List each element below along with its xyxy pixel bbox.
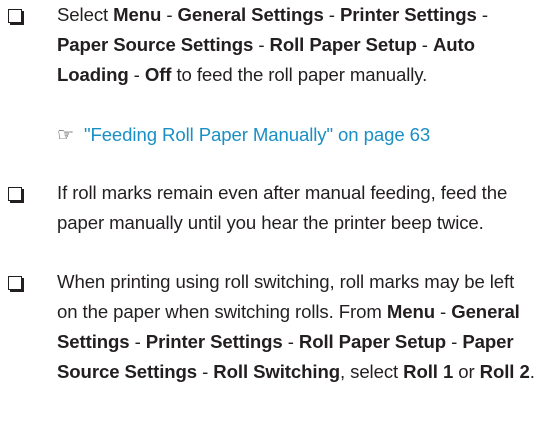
menu-path-term: Off bbox=[144, 64, 172, 85]
bullet-text: When printing using roll switching, roll… bbox=[57, 267, 537, 387]
manual-page: Select Menu - General Settings - Printer… bbox=[0, 0, 539, 443]
menu-path-term: Roll 2 bbox=[479, 361, 530, 382]
body-text: Select bbox=[57, 4, 114, 25]
body-text: - bbox=[197, 361, 214, 382]
body-text: - bbox=[476, 4, 488, 25]
cross-reference-text[interactable]: "Feeding Roll Paper Manually" on page 63 bbox=[84, 124, 430, 145]
cross-reference-link[interactable]: ☞ "Feeding Roll Paper Manually" on page 6… bbox=[57, 124, 430, 146]
bullet-text: If roll marks remain even after manual f… bbox=[57, 178, 537, 238]
body-text: - bbox=[446, 331, 463, 352]
body-text: - bbox=[253, 34, 270, 55]
body-text: - bbox=[434, 301, 452, 322]
body-text: - bbox=[323, 4, 340, 25]
menu-path-term: Paper Source Settings bbox=[57, 34, 254, 55]
bullet-text: Select Menu - General Settings - Printer… bbox=[57, 0, 537, 90]
body-text: - bbox=[129, 331, 146, 352]
menu-path-term: Menu bbox=[113, 4, 162, 25]
body-text: - bbox=[282, 331, 299, 352]
body-text: . bbox=[529, 361, 535, 382]
body-text: - bbox=[128, 64, 145, 85]
menu-path-term: Printer Settings bbox=[145, 331, 283, 352]
body-text: or bbox=[453, 361, 480, 382]
body-text: , select bbox=[339, 361, 404, 382]
menu-path-term: Roll Switching bbox=[213, 361, 340, 382]
checkbox-bullet-icon bbox=[8, 276, 22, 290]
body-text: - bbox=[416, 34, 433, 55]
menu-path-term: Roll 1 bbox=[403, 361, 454, 382]
body-text: - bbox=[161, 4, 178, 25]
menu-path-term: Printer Settings bbox=[339, 4, 477, 25]
body-text: If roll marks remain even after manual f… bbox=[57, 182, 508, 233]
menu-path-term: Roll Paper Setup bbox=[269, 34, 417, 55]
cross-reference: ☞ "Feeding Roll Paper Manually" on page 6… bbox=[57, 120, 537, 150]
menu-path-term: Menu bbox=[386, 301, 435, 322]
pointing-hand-icon: ☞ bbox=[57, 124, 74, 146]
menu-path-term: Roll Paper Setup bbox=[298, 331, 447, 352]
checkbox-bullet-icon bbox=[8, 9, 22, 23]
checkbox-bullet-icon bbox=[8, 187, 22, 201]
body-text: to feed the roll paper manually. bbox=[171, 64, 428, 85]
menu-path-term: General Settings bbox=[177, 4, 324, 25]
